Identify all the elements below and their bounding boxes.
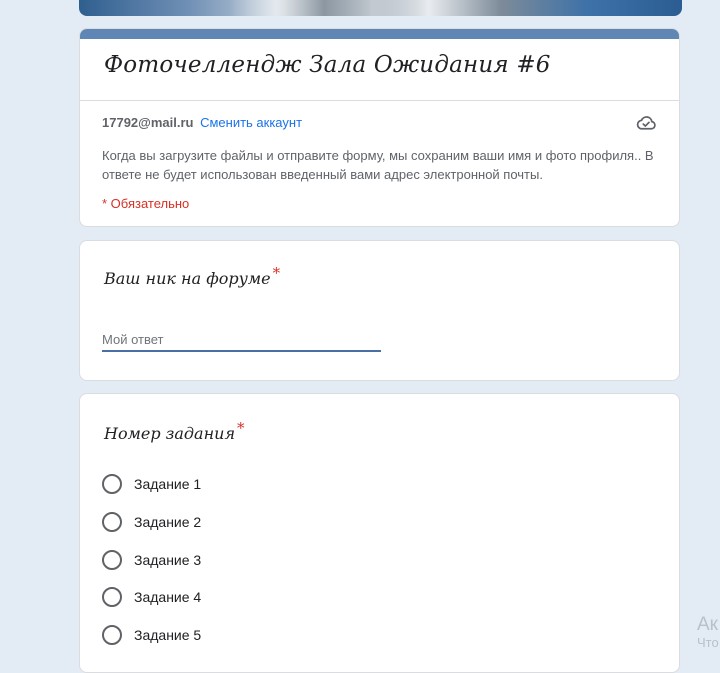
option-label: Задание 3 [134, 552, 202, 568]
watermark-line-2: Что [697, 635, 719, 650]
cloud-check-icon [636, 116, 656, 130]
question-title: Номер задания * [104, 419, 245, 443]
accent-bar [80, 29, 679, 39]
watermark-line-1: Ак [697, 614, 718, 635]
radio-option-task-4[interactable]: Задание 4 [102, 587, 201, 607]
header-banner-image [79, 0, 682, 16]
option-label: Задание 2 [134, 514, 202, 530]
question-title-text: Номер задания [104, 424, 236, 443]
radio-button[interactable] [102, 550, 122, 570]
required-asterisk: * [272, 264, 281, 282]
question-title-text: Ваш ник на форуме [104, 269, 271, 288]
form-header-card: Фоточеллендж Зала Ожидания #6 17792@mail… [79, 28, 680, 227]
radio-option-task-3[interactable]: Задание 3 [102, 550, 201, 570]
form-title: Фоточеллендж Зала Ожидания #6 [104, 52, 551, 78]
switch-account-link[interactable]: Сменить аккаунт [200, 115, 302, 130]
option-label: Задание 4 [134, 589, 202, 605]
radio-option-task-2[interactable]: Задание 2 [102, 512, 201, 532]
radio-option-task-1[interactable]: Задание 1 [102, 474, 201, 494]
nickname-input[interactable] [102, 328, 381, 352]
account-email: 17792@mail.ru [102, 115, 194, 130]
privacy-notice: Когда вы загрузите файлы и отправите фор… [102, 148, 654, 182]
activation-watermark: Ак Что [697, 614, 719, 650]
question-card-nickname: Ваш ник на форуме * [79, 240, 680, 381]
required-asterisk: * [237, 419, 245, 437]
header-divider [80, 100, 679, 101]
question-title: Ваш ник на форуме * [104, 264, 280, 288]
radio-option-task-5[interactable]: Задание 5 [102, 625, 201, 645]
radio-button[interactable] [102, 587, 122, 607]
question-card-task-number: Номер задания * Задание 1 Задание 2 Задан… [79, 393, 680, 673]
option-label: Задание 1 [134, 476, 202, 492]
required-note: * Обязательно [102, 196, 190, 211]
radio-button[interactable] [102, 512, 122, 532]
account-row: 17792@mail.ru Сменить аккаунт [102, 115, 302, 130]
option-label: Задание 5 [134, 627, 202, 643]
radio-button[interactable] [102, 625, 122, 645]
radio-button[interactable] [102, 474, 122, 494]
